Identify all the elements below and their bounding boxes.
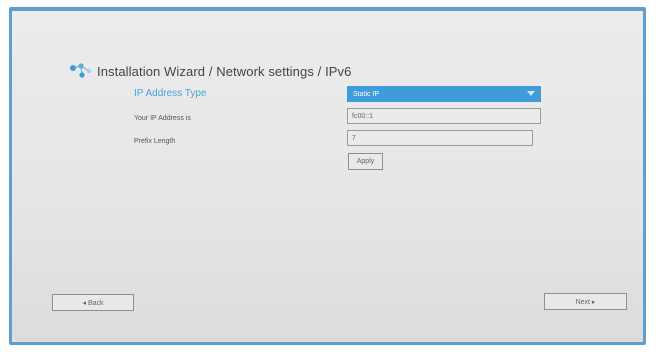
prefix-length-field[interactable]: 7 (347, 130, 533, 146)
next-button[interactable]: Next ▸ (544, 293, 627, 310)
ip-type-value: Static IP (353, 90, 380, 98)
back-button[interactable]: ◂ Back (52, 294, 134, 311)
prefix-length-value: 7 (352, 134, 356, 142)
page-title: Installation Wizard / Network settings /… (97, 63, 352, 79)
ip-address-value: fc00::1 (352, 112, 374, 120)
ip-address-field[interactable]: fc00::1 (347, 108, 541, 124)
ip-type-select[interactable]: Static IP (347, 86, 541, 102)
network-nodes-icon (70, 63, 92, 78)
apply-button[interactable]: Apply (348, 153, 383, 170)
dropdown-arrow-icon (527, 91, 535, 96)
prefix-length-label: Prefix Length (134, 138, 176, 145)
ip-type-label: IP Address Type (134, 88, 207, 99)
wizard-screen: Installation Wizard / Network settings /… (12, 11, 643, 342)
ip-address-label: Your IP Address is (134, 115, 191, 122)
wizard-header: Installation Wizard / Network settings /… (68, 59, 351, 83)
